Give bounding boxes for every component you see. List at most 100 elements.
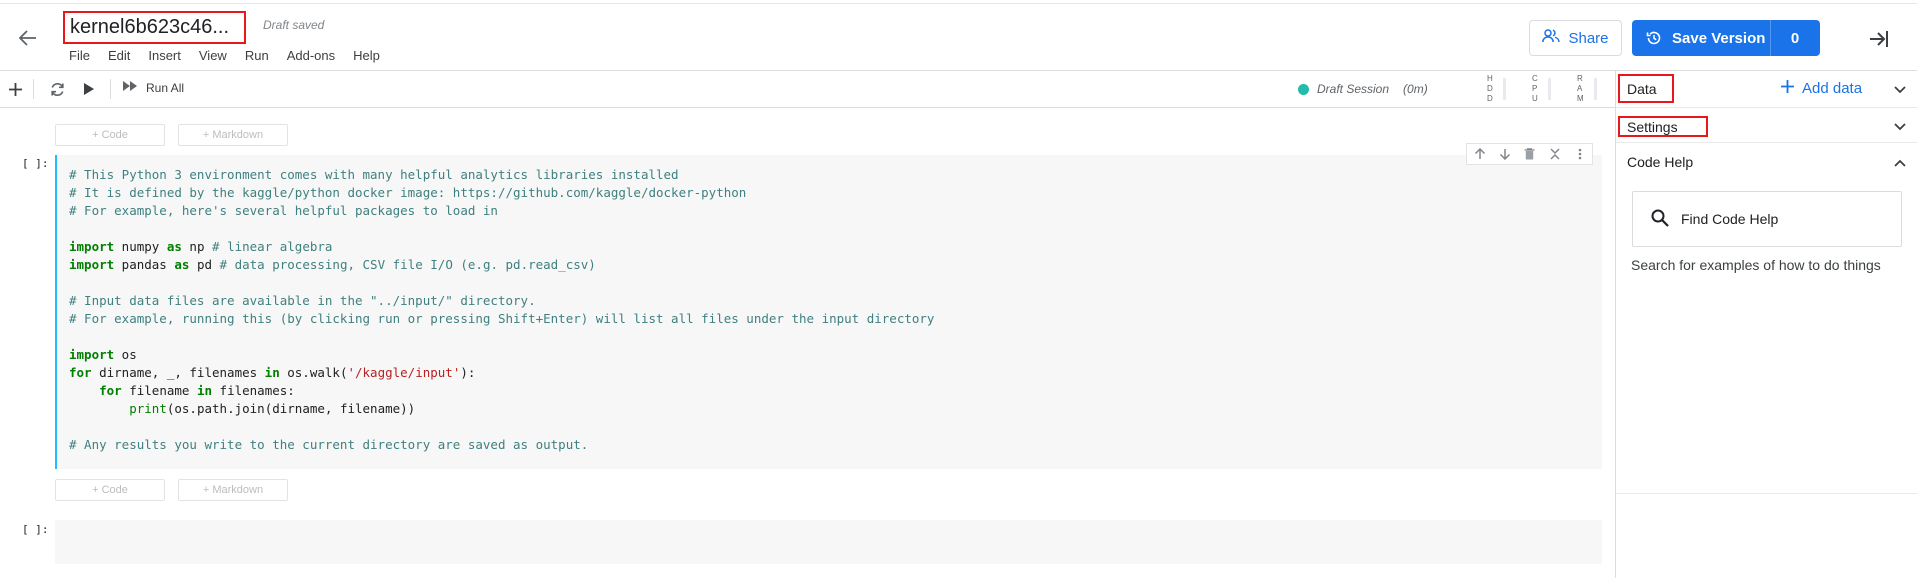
draft-status: Draft saved <box>263 18 325 32</box>
data-section-header[interactable]: Data <box>1618 74 1674 103</box>
move-down-icon[interactable] <box>1492 144 1517 164</box>
add-data-button[interactable]: Add data <box>1781 80 1862 97</box>
version-count[interactable]: 0 <box>1770 30 1820 47</box>
code-line: for dirname, _, filenames in os.walk('/k… <box>69 364 1602 382</box>
cell-toolbar <box>1466 143 1593 165</box>
add-cell-icon[interactable] <box>6 80 24 98</box>
find-code-help-button[interactable]: Find Code Help <box>1632 191 1902 247</box>
code-token: numpy <box>114 239 167 254</box>
code-token: os.walk( <box>279 365 348 380</box>
code-token: # data processing, CSV file I/O (e.g. pd… <box>219 257 596 272</box>
code-line: import os <box>69 346 1602 364</box>
add-cell-row: + Code + Markdown <box>55 479 288 501</box>
add-code-button[interactable]: + Code <box>55 479 165 501</box>
code-line: import numpy as np # linear algebra <box>69 238 1602 256</box>
hdd-usage-bar <box>1502 78 1506 100</box>
code-token: (os.path.join(dirname, filename)) <box>166 401 416 416</box>
hdd-letter: D <box>1487 94 1493 103</box>
code-token: np <box>181 239 213 254</box>
empty-code-cell[interactable] <box>55 520 1602 564</box>
add-markdown-button[interactable]: + Markdown <box>178 124 288 146</box>
code-line: # For example, running this (by clicking… <box>69 310 1602 328</box>
code-token: in <box>196 383 213 398</box>
cpu-usage-bar <box>1547 78 1551 100</box>
hdd-label: H D D <box>1487 74 1493 104</box>
more-options-icon[interactable] <box>1567 144 1592 164</box>
sidebar-divider <box>1616 493 1917 494</box>
code-line: # This Python 3 environment comes with m… <box>69 166 1602 184</box>
menu-bar: File Edit Insert View Run Add-ons Help <box>69 48 398 63</box>
hdd-letter: D <box>1487 84 1493 93</box>
code-token: pd <box>189 257 220 272</box>
plus-icon <box>1781 80 1794 97</box>
menu-help[interactable]: Help <box>353 48 380 63</box>
right-sidebar: Data Add data Settings Code Help Find Co… <box>1615 71 1917 578</box>
code-line: for filename in filenames: <box>69 382 1602 400</box>
chevron-down-icon[interactable] <box>1892 82 1908 98</box>
add-data-label: Add data <box>1802 80 1863 97</box>
code-line: # It is defined by the kaggle/python doc… <box>69 184 1602 202</box>
code-token: # Any results you write to the current d… <box>69 437 589 452</box>
cpu-letter: U <box>1532 94 1538 103</box>
code-line: # Input data files are available in the … <box>69 292 1602 310</box>
session-status[interactable]: Draft Session (0m) <box>1298 82 1428 96</box>
menu-view[interactable]: View <box>199 48 227 63</box>
code-token: filename <box>121 383 197 398</box>
menu-run[interactable]: Run <box>245 48 269 63</box>
session-indicator-dot <box>1298 83 1309 95</box>
cell-prompt: [ ]: <box>22 157 49 170</box>
restart-icon[interactable] <box>48 80 66 98</box>
ram-usage-bar <box>1593 78 1597 100</box>
find-code-help-label: Find Code Help <box>1681 211 1779 227</box>
notebook-toolbar: Run All Draft Session (0m) H D D C P U R… <box>0 71 1615 108</box>
code-token: # Input data files are available in the … <box>69 293 536 308</box>
code-token: as <box>174 257 190 272</box>
code-token: filenames: <box>212 383 295 398</box>
code-token: import <box>69 239 115 254</box>
share-button[interactable]: Share <box>1529 20 1622 56</box>
code-token: os <box>114 347 137 362</box>
code-token: # For example, here's several helpful pa… <box>69 203 498 218</box>
sidebar-divider <box>1616 142 1917 143</box>
settings-section-header[interactable]: Settings <box>1618 116 1708 137</box>
move-up-icon[interactable] <box>1467 144 1492 164</box>
code-editor[interactable] <box>55 520 1602 531</box>
collapse-cell-icon[interactable] <box>1542 144 1567 164</box>
code-token: # This Python 3 environment comes with m… <box>69 167 679 182</box>
run-all-button[interactable]: Run All <box>122 80 184 95</box>
chevron-down-icon[interactable] <box>1892 119 1908 135</box>
delete-icon[interactable] <box>1517 144 1542 164</box>
back-arrow-icon[interactable] <box>16 26 40 50</box>
ram-meter: R A M <box>1577 74 1597 104</box>
chevron-up-icon[interactable] <box>1892 155 1908 171</box>
code-token: as <box>166 239 182 254</box>
code-help-section-header[interactable]: Code Help <box>1627 154 1693 170</box>
code-token: # linear algebra <box>212 239 333 254</box>
share-label: Share <box>1568 29 1609 47</box>
notebook-header: kernel6b623c46... Draft saved File Edit … <box>0 3 1917 71</box>
run-cell-icon[interactable] <box>80 80 98 98</box>
code-line: # For example, here's several helpful pa… <box>69 202 1602 220</box>
code-cell[interactable]: # This Python 3 environment comes with m… <box>55 143 1602 469</box>
code-token: # For example, running this (by clicking… <box>69 311 935 326</box>
add-code-button[interactable]: + Code <box>55 124 165 146</box>
code-line: import pandas as pd # data processing, C… <box>69 256 1602 274</box>
code-editor[interactable]: # This Python 3 environment comes with m… <box>57 155 1602 454</box>
menu-insert[interactable]: Insert <box>148 48 181 63</box>
people-icon <box>1542 29 1561 47</box>
search-icon <box>1651 209 1669 230</box>
menu-file[interactable]: File <box>69 48 90 63</box>
fast-forward-icon <box>122 80 138 95</box>
cpu-letter: P <box>1532 84 1538 93</box>
menu-edit[interactable]: Edit <box>108 48 130 63</box>
hdd-letter: H <box>1487 74 1493 83</box>
save-version-button[interactable]: Save Version 0 <box>1632 20 1820 56</box>
sidebar-divider <box>1616 107 1917 108</box>
add-markdown-button[interactable]: + Markdown <box>178 479 288 501</box>
menu-add-ons[interactable]: Add-ons <box>287 48 335 63</box>
notebook-title[interactable]: kernel6b623c46... <box>63 11 246 44</box>
collapse-sidebar-icon[interactable] <box>1866 26 1892 52</box>
code-token: pandas <box>114 257 175 272</box>
